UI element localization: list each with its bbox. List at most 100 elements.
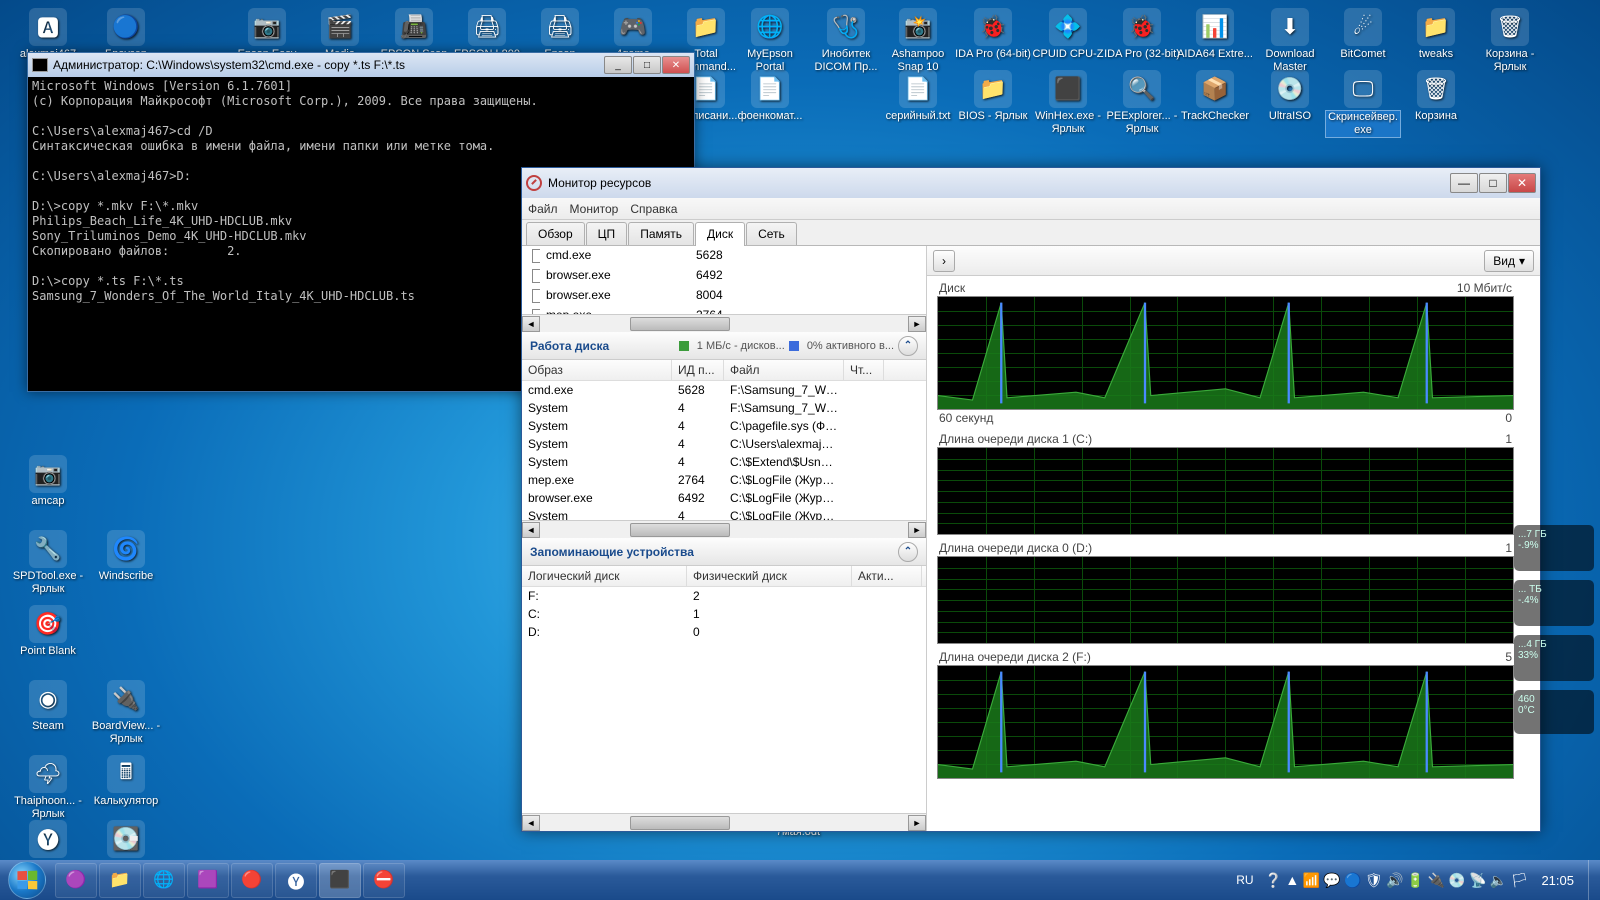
resmon-titlebar[interactable]: Монитор ресурсов — □ ✕ bbox=[522, 168, 1540, 198]
desktop-icon[interactable]: 🔧SPDTool.exe - Ярлык bbox=[10, 530, 86, 596]
desktop-icon[interactable]: 🖵Скpинсейвеp.exe bbox=[1325, 70, 1401, 138]
cmd-titlebar[interactable]: Администратор: C:\Windows\system32\cmd.e… bbox=[28, 53, 694, 77]
minimize-button[interactable]: _ bbox=[604, 56, 632, 74]
taskbar-item[interactable]: ⬛ bbox=[319, 863, 361, 898]
taskbar-item[interactable]: 🟪 bbox=[187, 863, 229, 898]
table-row[interactable]: cmd.exe5628F:\Samsung_7_Wo... bbox=[522, 381, 926, 399]
collapse-arrow-button[interactable]: › bbox=[933, 250, 955, 272]
table-row[interactable]: mep.exe2764C:\$LogFile (Журн... bbox=[522, 471, 926, 489]
taskbar-item[interactable]: 🌐 bbox=[143, 863, 185, 898]
desktop-icon[interactable]: ☄BitComet bbox=[1325, 8, 1401, 61]
tab-Диск[interactable]: Диск bbox=[695, 222, 745, 246]
maximize-button[interactable]: □ bbox=[1479, 173, 1507, 193]
tray-icon[interactable]: 🏳 bbox=[1511, 872, 1529, 888]
checkbox[interactable] bbox=[532, 269, 540, 283]
checkbox[interactable] bbox=[532, 289, 540, 303]
taskbar-item[interactable]: 🔴 bbox=[231, 863, 273, 898]
desktop-icon[interactable]: 💠CPUID CPU-Z bbox=[1030, 8, 1106, 61]
menu-monitor[interactable]: Монитор bbox=[570, 202, 619, 216]
table-row[interactable]: System4C:\Users\alexmaj46... bbox=[522, 435, 926, 453]
desktop-icon[interactable]: 🖩Калькулятор bbox=[88, 755, 164, 808]
storage-header[interactable]: Запоминающие устройства ⌃ bbox=[522, 538, 926, 566]
list-item[interactable]: cmd.exe5628 bbox=[522, 246, 926, 266]
desktop-icon[interactable]: 🩺Инобитек DICOM Пр... bbox=[808, 8, 884, 74]
menu-help[interactable]: Справка bbox=[630, 202, 677, 216]
desktop-icon[interactable]: ◉Steam bbox=[10, 680, 86, 733]
minimize-button[interactable]: — bbox=[1450, 173, 1478, 193]
desktop-icon[interactable]: 📦TrackChecker bbox=[1177, 70, 1253, 123]
close-button[interactable]: ✕ bbox=[662, 56, 690, 74]
desktop-icon[interactable]: 📁BIOS - Ярлык bbox=[955, 70, 1031, 123]
desktop-icon[interactable]: 📄серийный.txt bbox=[880, 70, 956, 123]
close-button[interactable]: ✕ bbox=[1508, 173, 1536, 193]
tray-icon[interactable]: ❔ bbox=[1265, 872, 1282, 888]
desktop-icon[interactable]: 📁tweaks bbox=[1398, 8, 1474, 61]
tab-Сеть[interactable]: Сеть bbox=[746, 222, 797, 245]
tab-Память[interactable]: Память bbox=[628, 222, 694, 245]
show-desktop-button[interactable] bbox=[1588, 860, 1600, 900]
desktop-icon[interactable]: 🌀Windscribe bbox=[88, 530, 164, 583]
desktop-icon[interactable]: 📄фоенкомат... bbox=[732, 70, 808, 123]
tray-icon[interactable]: 🔋 bbox=[1407, 872, 1424, 888]
view-dropdown[interactable]: Вид▾ bbox=[1484, 250, 1534, 272]
desktop-icon[interactable]: 🐞IDA Pro (32-bit) bbox=[1104, 8, 1180, 61]
desktop-icon[interactable]: 📊AIDA64 Extre... bbox=[1177, 8, 1253, 61]
taskbar-item[interactable]: ⛔ bbox=[363, 863, 405, 898]
sidebar-gadget[interactable]: 4600°C bbox=[1514, 690, 1594, 734]
table-row[interactable]: System4C:\pagefile.sys (Фа... bbox=[522, 417, 926, 435]
storage-list[interactable]: Логический диск Физический диск Акти... … bbox=[522, 566, 926, 813]
list-item[interactable]: browser.exe8004 bbox=[522, 286, 926, 306]
language-indicator[interactable]: RU bbox=[1232, 871, 1257, 889]
sidebar-gadget[interactable]: ...4 ГБ33% bbox=[1514, 635, 1594, 681]
tray-icon[interactable]: 🛡 bbox=[1365, 872, 1383, 888]
collapse-button[interactable]: ⌃ bbox=[898, 336, 918, 356]
list-item[interactable]: mep.exe2764 bbox=[522, 306, 926, 314]
tab-ЦП[interactable]: ЦП bbox=[586, 222, 628, 245]
desktop-icon[interactable]: 🗑Коpзина bbox=[1398, 70, 1474, 123]
scrollbar-h[interactable]: ◄► bbox=[522, 520, 926, 538]
collapse-button[interactable]: ⌃ bbox=[898, 542, 918, 562]
disk-activity-header[interactable]: Работа диска 1 МБ/с - дисков... 0% актив… bbox=[522, 332, 926, 360]
desktop-icon[interactable]: 🎯Point Blank bbox=[10, 605, 86, 658]
desktop-icon[interactable]: 📷amcap bbox=[10, 455, 86, 508]
scrollbar-h[interactable]: ◄► bbox=[522, 314, 926, 332]
list-item[interactable]: browser.exe6492 bbox=[522, 266, 926, 286]
desktop-icon[interactable]: 💿UltraISO bbox=[1252, 70, 1328, 123]
table-row[interactable]: D:0 bbox=[522, 623, 926, 641]
desktop-icon[interactable]: 🔍PEExplorer... - Ярлык bbox=[1104, 70, 1180, 136]
checkbox[interactable] bbox=[532, 249, 540, 263]
menu-file[interactable]: Файл bbox=[528, 202, 558, 216]
sidebar-gadget[interactable]: ...7 ГБ-.9% bbox=[1514, 525, 1594, 571]
desktop-icon[interactable]: ⬇Download Master bbox=[1252, 8, 1328, 74]
desktop-icon[interactable]: 🔌BoardView... - Ярлык bbox=[88, 680, 164, 746]
tab-Обзор[interactable]: Обзор bbox=[526, 222, 585, 245]
tray-icon[interactable]: 🔵 bbox=[1344, 872, 1361, 888]
tray-icon[interactable]: 🔊 bbox=[1386, 872, 1403, 888]
table-row[interactable]: F:2 bbox=[522, 587, 926, 605]
table-row[interactable]: System4C:\$Extend\$UsnJr... bbox=[522, 453, 926, 471]
sidebar-gadget[interactable]: ... ТБ-.4% bbox=[1514, 580, 1594, 626]
process-list[interactable]: cmd.exe5628browser.exe6492browser.exe800… bbox=[522, 246, 926, 314]
disk-activity-list[interactable]: Образ ИД п... Файл Чт... cmd.exe5628F:\S… bbox=[522, 360, 926, 520]
taskbar-item[interactable]: 📁 bbox=[99, 863, 141, 898]
start-button[interactable] bbox=[0, 860, 54, 900]
table-row[interactable]: System4F:\Samsung_7_Wo... bbox=[522, 399, 926, 417]
tray-icon[interactable]: 💬 bbox=[1323, 872, 1340, 888]
maximize-button[interactable]: □ bbox=[633, 56, 661, 74]
desktop-icon[interactable]: 📸Ashampoo Snap 10 bbox=[880, 8, 956, 74]
desktop-icon[interactable]: 🌐MyEpson Portal bbox=[732, 8, 808, 74]
table-row[interactable]: System4C:\$LogFile (Журн... bbox=[522, 507, 926, 520]
table-row[interactable]: C:1 bbox=[522, 605, 926, 623]
taskbar-item[interactable]: 🅨 bbox=[275, 863, 317, 898]
desktop-icon[interactable]: ⬛WinHex.exe - Ярлык bbox=[1030, 70, 1106, 136]
desktop-icon[interactable]: 🐞IDA Pro (64-bit) bbox=[955, 8, 1031, 61]
tray-icon[interactable]: ▲ bbox=[1285, 872, 1299, 888]
tray-icon[interactable]: 📶 bbox=[1303, 872, 1320, 888]
table-row[interactable]: browser.exe6492C:\$LogFile (Журн... bbox=[522, 489, 926, 507]
tray-icon[interactable]: 🔌 bbox=[1428, 872, 1445, 888]
tray-icon[interactable]: 📡 bbox=[1469, 872, 1486, 888]
tray-icon[interactable]: 💿 bbox=[1448, 872, 1465, 888]
desktop-icon[interactable]: 🌩Thaiphoon... - Ярлык bbox=[10, 755, 86, 821]
taskbar-item[interactable]: 🟣 bbox=[55, 863, 97, 898]
clock[interactable]: 21:05 bbox=[1535, 873, 1580, 888]
